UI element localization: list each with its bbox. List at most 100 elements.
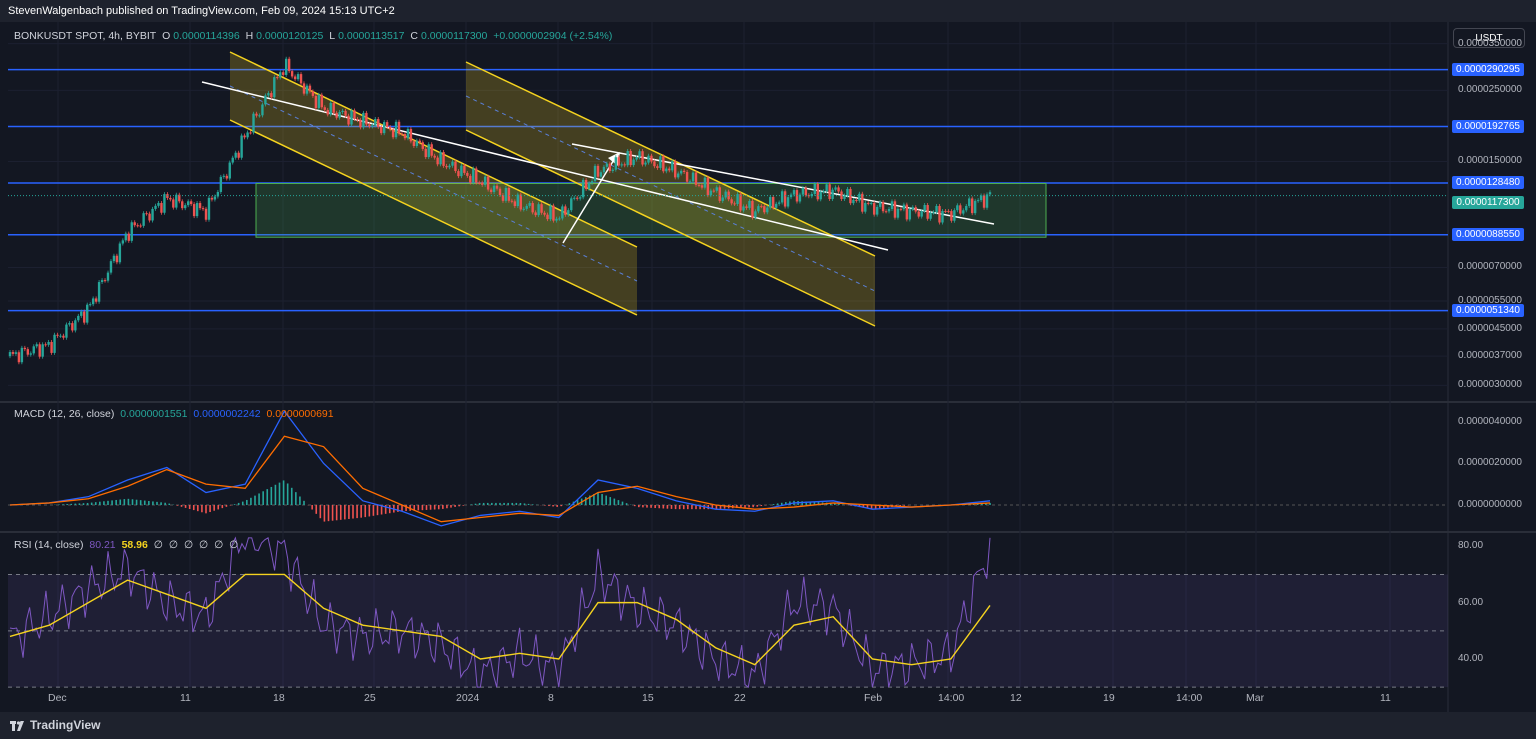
candle-body [706, 177, 710, 196]
time-axis-label: 22 [734, 692, 746, 704]
candle-body [632, 159, 635, 166]
candle-body [246, 132, 249, 138]
candle-body [495, 185, 499, 189]
candle-body [674, 161, 677, 178]
candle-body [222, 175, 226, 177]
candle-body [976, 200, 980, 202]
candle-body [730, 199, 733, 204]
candle-body [893, 201, 897, 218]
candle-body [249, 132, 252, 134]
candle-body [391, 129, 395, 138]
candle-body [68, 323, 71, 325]
candle-body [959, 205, 962, 214]
candle-body [282, 72, 285, 75]
candle-body [427, 144, 430, 158]
candle-body [887, 208, 891, 212]
candle-body [136, 225, 139, 227]
candle-body [210, 197, 214, 200]
candle-body [763, 206, 766, 213]
candle-body [653, 161, 656, 167]
candle-body [201, 208, 205, 210]
candle-body [305, 85, 309, 94]
candle-body [899, 208, 903, 210]
candle-body [555, 218, 558, 221]
candle-body [181, 201, 184, 209]
candle-body [88, 304, 92, 306]
time-axis-label: 8 [548, 692, 554, 704]
candle-body [742, 206, 745, 211]
candle-body [59, 335, 62, 337]
candle-body [163, 194, 166, 213]
candle-body [659, 156, 662, 168]
candle-body [816, 183, 819, 200]
open-value: 0.0000114396 [173, 30, 240, 42]
candle-body [237, 152, 240, 158]
price-level-tag: 0.0000192765 [1452, 120, 1524, 134]
candle-body [584, 179, 588, 189]
time-axis-label: Mar [1246, 692, 1265, 704]
candle-body [718, 187, 721, 201]
candle-body [935, 205, 938, 213]
candle-body [590, 181, 594, 184]
candle-body [739, 194, 742, 211]
time-axis-label: Dec [48, 692, 67, 704]
candle-body [415, 140, 419, 146]
macd-title: MACD (12, 26, close) [14, 408, 115, 420]
candle-body [451, 161, 454, 166]
candle-body [157, 202, 160, 206]
candle-body [483, 176, 487, 185]
candle-body [774, 203, 778, 208]
candle-body [709, 190, 713, 196]
symbol-name: BONKUSDT SPOT, 4h, BYBIT [14, 30, 157, 42]
candle-body [956, 205, 959, 211]
candle-body [662, 156, 665, 172]
candle-body [284, 58, 288, 75]
low-value: 0.0000113517 [338, 30, 405, 42]
candle-body [644, 162, 647, 165]
macd-legend: MACD (12, 26, close) 0.0000001551 0.0000… [14, 408, 337, 420]
candle-body [917, 211, 920, 217]
candle-body [100, 280, 104, 283]
candle-body [112, 255, 116, 262]
candle-body [872, 202, 876, 215]
macd-axis-label: 0.0000040000 [1458, 415, 1522, 427]
candle-body [133, 222, 136, 226]
candle-body [745, 206, 748, 208]
candle-body [558, 218, 561, 220]
close-label: C [410, 30, 418, 42]
candle-body [896, 208, 900, 218]
candle-body [647, 155, 650, 163]
macd-axis-label: 0.0000000000 [1458, 499, 1522, 510]
candle-body [703, 177, 707, 188]
candle-body [801, 187, 805, 195]
candle-body [234, 152, 237, 158]
candle-body [273, 77, 276, 98]
candle-body [602, 166, 606, 173]
close-value: 0.0000117300 [420, 30, 488, 42]
candle-body [757, 206, 760, 212]
candle-body [920, 211, 923, 217]
candle-body [549, 205, 552, 220]
candle-body [498, 188, 502, 196]
candle-body [786, 197, 790, 207]
candle-body [587, 183, 591, 189]
candle-body [219, 176, 223, 192]
candle-body [700, 185, 704, 188]
candle-body [142, 213, 145, 226]
candle-body [323, 107, 326, 110]
candle-body [460, 165, 463, 177]
candle-body [457, 171, 460, 177]
candle-body [581, 179, 585, 198]
candle-body [875, 206, 879, 215]
chart-canvas[interactable] [0, 0, 1536, 739]
candle-body [359, 120, 362, 128]
candle-body [400, 133, 404, 135]
candle-body [570, 198, 573, 211]
rsi-empty-2: ∅ [168, 539, 179, 551]
candle-body [552, 205, 555, 221]
candle-body [189, 201, 193, 205]
candle-body [540, 204, 543, 213]
time-axis-label: 12 [1010, 692, 1022, 704]
candle-body [760, 206, 763, 208]
candle-body [766, 207, 769, 213]
